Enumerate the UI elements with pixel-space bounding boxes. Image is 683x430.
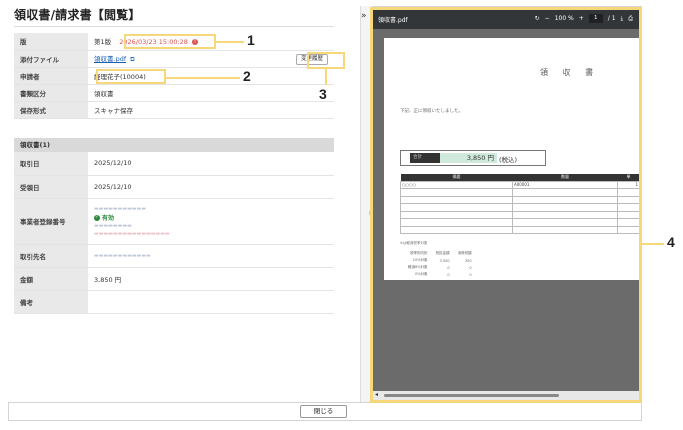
received-date-value: 2025/12/10 — [88, 175, 334, 199]
check-circle-icon: ✓ — [94, 214, 100, 221]
callout-line — [166, 77, 240, 79]
field-label: 書類区分 — [14, 84, 88, 102]
callout-line — [642, 243, 664, 245]
field-row-attachment: 添付ファイル 領収書.pdf ⧉ 変更履歴 — [14, 50, 334, 68]
callout-line — [325, 69, 327, 85]
callout-number: 2 — [243, 68, 251, 84]
field-label: 備考 — [14, 290, 88, 314]
field-row-applicant: 申請者 経理花子(10004) — [14, 67, 334, 85]
field-label: 申請者 — [14, 67, 88, 85]
field-label: 金額 — [14, 267, 88, 291]
highlight-applicant — [96, 69, 166, 84]
field-row-transaction-date: 取引日 2025/12/10 — [14, 152, 334, 176]
page-title: 領収書/請求書【閲覧】 — [14, 8, 141, 22]
remarks-value — [88, 290, 334, 314]
field-label: 取引先名 — [14, 244, 88, 268]
redacted-text: ▬▬▬▬▬▬▬▬▬▬▬▬▬▬▬▬ — [94, 230, 170, 237]
redacted-text: ▬▬▬▬▬▬▬▬ — [94, 222, 132, 229]
field-row-doc-type: 書類区分 領収書 — [14, 84, 334, 102]
field-row-remarks: 備考 — [14, 290, 334, 314]
redacted-text: ▬▬▬▬▬▬▬▬▬▬▬▬ — [94, 253, 151, 259]
field-row-storage: 保存形式 スキャナ保存 — [14, 101, 334, 119]
field-label: 添付ファイル — [14, 50, 88, 68]
callout-number: 3 — [319, 86, 327, 102]
field-label: 版 — [14, 33, 88, 51]
external-link-icon[interactable]: ⧉ — [130, 56, 134, 63]
highlight-history-button — [307, 52, 345, 69]
callout-number: 4 — [667, 234, 675, 250]
field-label: 取引日 — [14, 152, 88, 176]
highlight-version-date — [124, 34, 216, 49]
storage-value: スキャナ保存 — [88, 101, 334, 119]
version-number: 第1版 — [94, 38, 112, 47]
field-label: 受領日 — [14, 175, 88, 199]
transaction-date-value: 2025/12/10 — [88, 152, 334, 176]
field-row-registration-number: 事業者登録番号 ▬▬▬▬▬▬▬▬▬▬▬ ✓ 有効 ▬▬▬▬▬▬▬▬ ▬▬▬▬▬▬▬… — [14, 198, 334, 245]
valid-label: 有効 — [102, 214, 115, 222]
doc-type-value: 領収書 — [88, 84, 334, 102]
registration-status: ✓ 有効 — [94, 213, 328, 222]
field-row-received-date: 受領日 2025/12/10 — [14, 175, 334, 199]
highlight-pdf-viewer — [370, 7, 642, 403]
redacted-text: ▬▬▬▬▬▬▬▬▬▬▬ — [94, 205, 146, 212]
collapse-panel-icon[interactable]: » — [361, 11, 367, 21]
title-divider — [14, 26, 334, 27]
section-header: 領収書(1) — [14, 138, 334, 152]
close-button[interactable]: 閉じる — [300, 405, 347, 418]
field-label: 事業者登録番号 — [14, 198, 88, 245]
field-row-vendor-name: 取引先名 ▬▬▬▬▬▬▬▬▬▬▬▬ — [14, 244, 334, 268]
callout-line — [216, 41, 244, 43]
field-label: 保存形式 — [14, 101, 88, 119]
receipt-fields-table: 取引日 2025/12/10 受領日 2025/12/10 事業者登録番号 ▬▬… — [14, 152, 334, 314]
field-row-amount: 金額 3,850 円 — [14, 267, 334, 291]
attachment-link[interactable]: 領収書.pdf — [94, 55, 126, 63]
callout-number: 1 — [247, 32, 255, 48]
amount-value: 3,850 円 — [88, 267, 334, 291]
